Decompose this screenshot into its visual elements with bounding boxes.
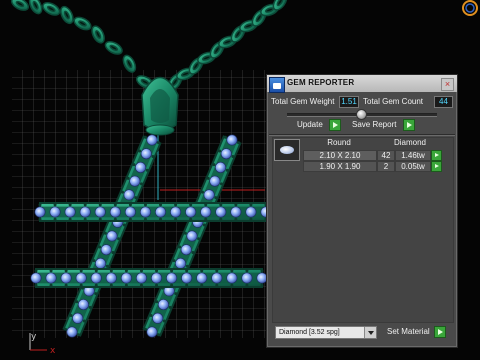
gem-stone [170, 206, 182, 218]
gem-table-area: Round Diamond 2.10 X 2.10 42 1.46tw 1.90… [272, 137, 454, 323]
gem-stone [106, 230, 118, 242]
gem-stone [135, 272, 147, 284]
update-label: Update [297, 120, 323, 129]
gem-stone [124, 206, 136, 218]
gem-stone [226, 134, 238, 146]
gem-stone [90, 272, 102, 284]
totals-row: Total Gem Weight 1.51 Total Gem Count 44 [269, 95, 455, 108]
size-slider-knob[interactable] [356, 109, 367, 120]
total-gem-weight-label: Total Gem Weight [271, 97, 335, 106]
row2-select-button[interactable] [431, 161, 442, 172]
gem-stone [140, 148, 152, 160]
gem-stone [139, 206, 151, 218]
row1-count: 42 [377, 150, 395, 161]
gem-stone [230, 206, 242, 218]
gem-stone [211, 272, 223, 284]
save-report-label: Save Report [352, 120, 397, 129]
gem-reporter-title: GEM REPORTER [287, 78, 355, 87]
gem-stone [241, 272, 253, 284]
gem-reporter-app-icon [269, 77, 285, 93]
gem-stone [49, 206, 61, 218]
gem-stone [95, 257, 107, 269]
update-button[interactable] [329, 119, 341, 131]
gem-stone [215, 206, 227, 218]
gem-stone [45, 272, 57, 284]
axis-y-label: y [31, 332, 37, 342]
gem-stone [209, 175, 221, 187]
material-select[interactable]: Diamond [3.52 spg] [275, 326, 377, 339]
gem-stone [166, 272, 178, 284]
gem-stone [75, 272, 87, 284]
total-gem-count-value: 44 [434, 96, 453, 108]
round-gem-icon [280, 146, 294, 154]
gem-reporter-panel: GEM REPORTER × Total Gem Weight 1.51 Tot… [266, 74, 458, 348]
gem-stone [157, 299, 169, 311]
set-material-label: Set Material [387, 327, 430, 336]
total-gem-count-label: Total Gem Count [363, 97, 424, 106]
table-header-material: Diamond [393, 138, 426, 147]
save-report-button[interactable] [403, 119, 415, 131]
row2-weight: 0.05tw [395, 161, 431, 172]
gem-stone [215, 161, 227, 173]
gem-stone [245, 206, 257, 218]
gem-stone [175, 257, 187, 269]
gem-stone [100, 244, 112, 256]
orientation-gizmo-icon [462, 0, 478, 16]
gem-stone [109, 206, 121, 218]
gem-stone [180, 244, 192, 256]
row1-select-button[interactable] [431, 150, 442, 161]
gem-reporter-titlebar[interactable]: GEM REPORTER × [267, 75, 457, 93]
gem-stone [60, 272, 72, 284]
gem-stone [181, 272, 193, 284]
pendant-bail [141, 76, 179, 136]
close-icon[interactable]: × [441, 78, 454, 91]
gem-stone [146, 134, 158, 146]
gem-stone [123, 189, 135, 201]
table-header-shape: Round [327, 138, 351, 147]
gem-stone [146, 326, 158, 338]
chevron-down-icon[interactable] [364, 327, 376, 338]
gem-stone [66, 326, 78, 338]
gem-stone [79, 206, 91, 218]
gem-stone [135, 161, 147, 173]
set-material-button[interactable] [434, 326, 446, 338]
gem-stone [105, 272, 117, 284]
row1-weight: 1.46tw [395, 150, 431, 161]
gem-stone [200, 206, 212, 218]
row2-size[interactable]: 1.90 X 1.90 [303, 161, 377, 172]
gem-stone [220, 148, 232, 160]
gem-stone [151, 272, 163, 284]
axis-x-label: x [50, 346, 56, 356]
gem-thumbnail[interactable] [274, 139, 300, 161]
total-gem-weight-value: 1.51 [339, 96, 359, 108]
row1-size[interactable]: 2.10 X 2.10 [303, 150, 377, 161]
gem-stone [72, 312, 84, 324]
gem-stone [120, 272, 132, 284]
gem-stone [152, 312, 164, 324]
row2-count: 2 [377, 161, 395, 172]
gem-stone [185, 206, 197, 218]
gem-stone [129, 175, 141, 187]
material-select-value: Diamond [3.52 spg] [279, 329, 340, 336]
gem-stone [203, 189, 215, 201]
gem-stone [64, 206, 76, 218]
gem-stone [34, 206, 46, 218]
gem-stone [77, 299, 89, 311]
gem-stone [94, 206, 106, 218]
panel-divider [269, 134, 455, 136]
gem-stone [30, 272, 42, 284]
gem-stone [155, 206, 167, 218]
gem-stone [196, 272, 208, 284]
gem-stone [226, 272, 238, 284]
gem-stone [186, 230, 198, 242]
